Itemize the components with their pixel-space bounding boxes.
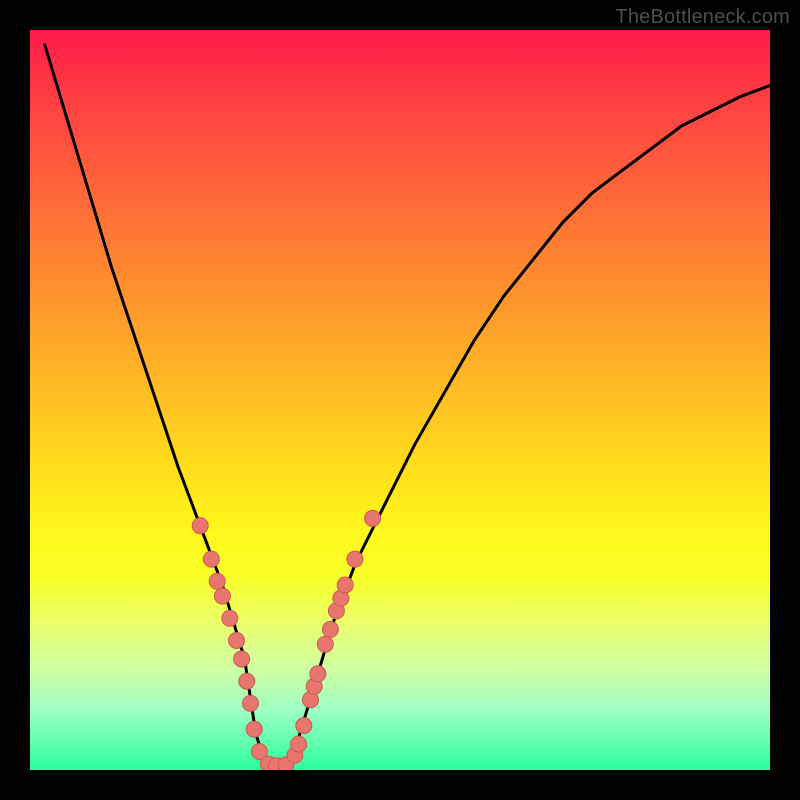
- marker-dot: [234, 651, 250, 667]
- marker-dot: [209, 573, 225, 589]
- marker-dots: [192, 510, 380, 770]
- marker-dot: [365, 510, 381, 526]
- marker-dot: [222, 610, 238, 626]
- marker-dot: [291, 736, 307, 752]
- marker-dot: [214, 588, 230, 604]
- marker-dot: [239, 673, 255, 689]
- marker-dot: [246, 721, 262, 737]
- curve-line: [45, 45, 770, 770]
- marker-dot: [322, 621, 338, 637]
- marker-dot: [337, 577, 353, 593]
- marker-dot: [347, 551, 363, 567]
- chart-svg: [30, 30, 770, 770]
- marker-dot: [243, 695, 259, 711]
- attribution-watermark: TheBottleneck.com: [615, 6, 790, 29]
- marker-dot: [229, 633, 245, 649]
- marker-dot: [317, 636, 333, 652]
- marker-dot: [192, 518, 208, 534]
- marker-dot: [296, 718, 312, 734]
- curve-path: [45, 45, 770, 770]
- marker-dot: [203, 551, 219, 567]
- marker-dot: [310, 666, 326, 682]
